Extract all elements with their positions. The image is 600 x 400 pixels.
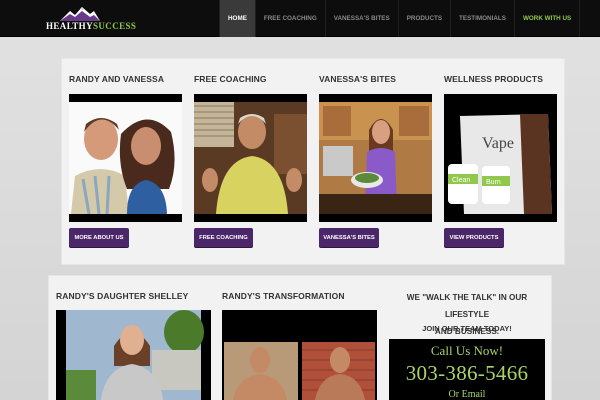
healthy-success-logo[interactable]: HEALTHYSUCCESS bbox=[46, 5, 136, 33]
before-after-illustration bbox=[222, 310, 377, 400]
card-title: WELLNESS PRODUCTS bbox=[444, 74, 543, 84]
card-randy-and-vanessa: RANDY AND VANESSA bbox=[69, 74, 164, 84]
mountain-logo-icon bbox=[60, 7, 100, 21]
randy-and-vanessa-photo[interactable] bbox=[69, 94, 182, 222]
nav-products[interactable]: PRODUCTS bbox=[397, 0, 450, 37]
free-coaching-button[interactable]: FREE COACHING bbox=[194, 228, 253, 247]
top-navigation-bar: HEALTHYSUCCESS HOME FREE COACHING VANESS… bbox=[0, 0, 600, 37]
product-burn-label: Burn bbox=[486, 179, 501, 186]
nav-testimonials[interactable]: TESTIMONIALS bbox=[450, 0, 514, 37]
card-wellness-products: WELLNESS PRODUCTS bbox=[444, 74, 543, 84]
call-us-now-text: Call Us Now! bbox=[430, 343, 504, 358]
main-nav: HOME FREE COACHING VANESSA'S BITES PRODU… bbox=[219, 0, 581, 37]
couple-photo-illustration bbox=[69, 102, 182, 222]
card-title: RANDY'S DAUGHTER SHELLEY bbox=[56, 291, 189, 301]
call-us-banner[interactable]: Call Us Now! 303-386-5466 Or Email bbox=[389, 339, 545, 400]
logo-text-success: SUCCESS bbox=[92, 21, 137, 31]
vanessas-bites-button[interactable]: VANESSA'S BITES bbox=[319, 228, 379, 247]
nav-work-with-us[interactable]: WORK WITH US bbox=[513, 0, 581, 37]
card-title: RANDY AND VANESSA bbox=[69, 74, 165, 84]
kitchen-photo-illustration bbox=[319, 102, 432, 222]
products-photo-illustration: Vape Clean Burn bbox=[444, 94, 557, 222]
card-vanessas-bites: VANESSA'S BITES bbox=[319, 74, 396, 84]
free-coaching-video-thumbnail[interactable] bbox=[194, 94, 307, 222]
or-email-text[interactable]: Or Email bbox=[389, 389, 545, 400]
phone-number[interactable]: 303-386-5466 bbox=[389, 361, 545, 386]
card-free-coaching: FREE COACHING bbox=[194, 74, 267, 84]
join-team-text: JOIN OUR TEAM TODAY! bbox=[422, 324, 512, 333]
card-title: FREE COACHING bbox=[194, 74, 267, 84]
more-about-us-button[interactable]: MORE ABOUT US bbox=[69, 228, 129, 247]
shelley-photo[interactable] bbox=[56, 310, 211, 400]
card-randys-daughter-shelley: RANDY'S DAUGHTER SHELLEY bbox=[56, 291, 188, 301]
coaching-photo-illustration bbox=[194, 102, 307, 222]
wellness-products-photo[interactable]: Vape Clean Burn bbox=[444, 94, 557, 222]
nav-vanessas-bites[interactable]: VANESSA'S BITES bbox=[324, 0, 398, 37]
vanessas-bites-photo[interactable] bbox=[319, 94, 432, 222]
nav-home[interactable]: HOME bbox=[219, 0, 255, 37]
logo-text-healthy: HEALTHY bbox=[46, 21, 93, 31]
product-clean-label: Clean bbox=[452, 177, 470, 184]
nav-free-coaching[interactable]: FREE COACHING bbox=[254, 0, 325, 37]
logo-text: HEALTHYSUCCESS bbox=[46, 21, 136, 33]
card-title: RANDY'S TRANSFORMATION bbox=[222, 291, 345, 301]
walk-line-1: WE "WALK THE TALK" IN OUR LIFESTYLE bbox=[406, 293, 528, 319]
product-brand-label: Vape bbox=[482, 135, 514, 152]
card-title: VANESSA'S BITES bbox=[319, 74, 397, 84]
transformation-photo[interactable] bbox=[222, 310, 377, 400]
card-randys-transformation: RANDY'S TRANSFORMATION bbox=[222, 291, 345, 301]
view-products-button[interactable]: VIEW PRODUCTS bbox=[444, 228, 504, 247]
shelley-photo-illustration bbox=[56, 310, 211, 400]
